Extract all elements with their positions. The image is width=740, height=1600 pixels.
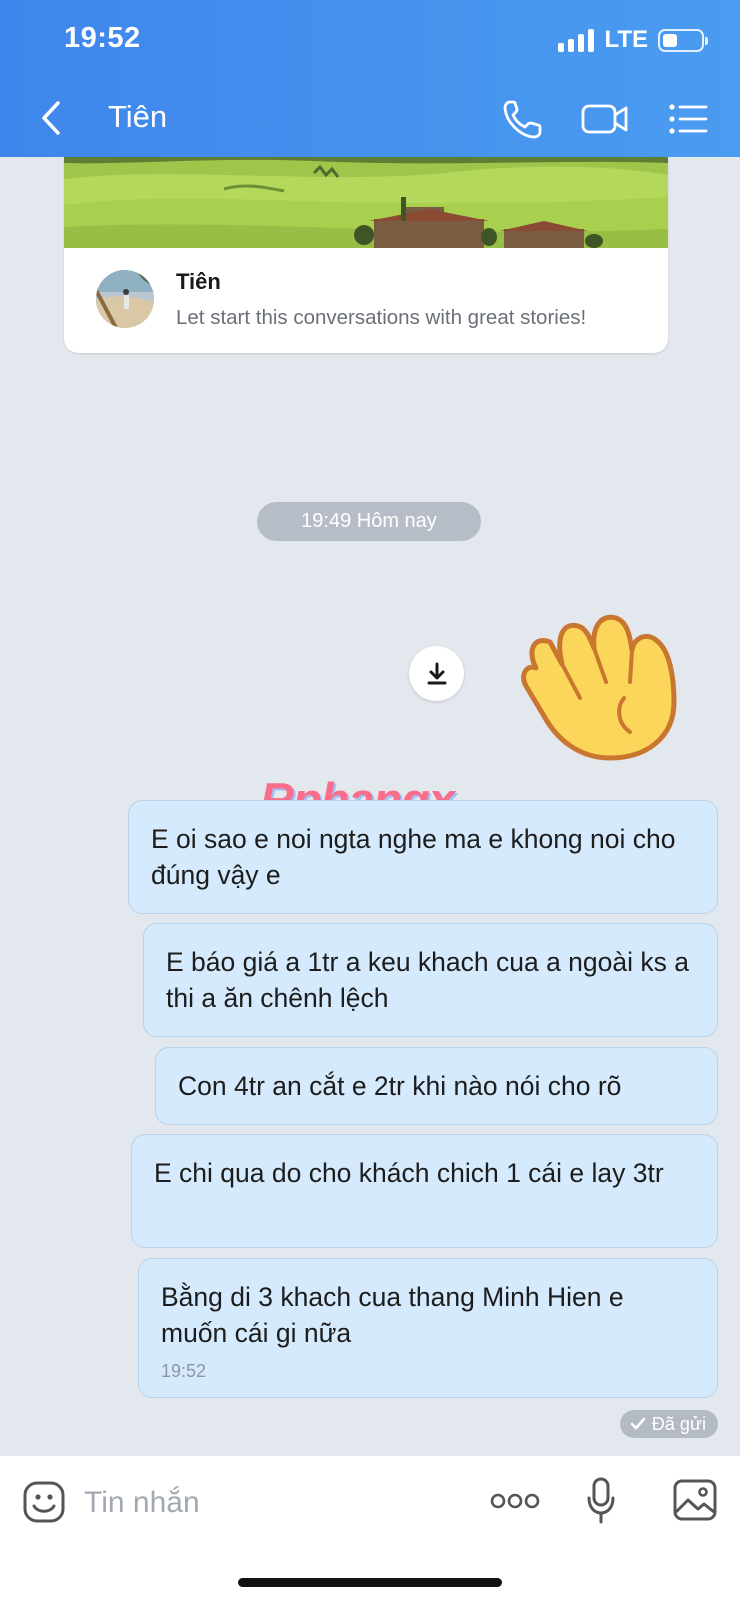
home-indicator	[238, 1578, 502, 1587]
network-label: LTE	[604, 26, 648, 53]
message-bubble[interactable]: Bằng di 3 khach cua thang Minh Hien e mu…	[138, 1258, 718, 1398]
list-menu-icon[interactable]	[666, 96, 712, 142]
status-time: 19:52	[64, 22, 141, 54]
image-gallery-icon[interactable]	[672, 1478, 718, 1522]
message-bubble[interactable]: Con 4tr an cắt e 2tr khi nào nói cho rõ	[155, 1047, 718, 1125]
message-input[interactable]	[84, 1478, 464, 1528]
message-time: 19:52	[161, 1361, 207, 1381]
video-camera-icon[interactable]	[580, 96, 630, 142]
message-text: Con 4tr an cắt e 2tr khi nào nói cho rõ	[178, 1071, 622, 1101]
message-text: E báo giá a 1tr a keu khach cua a ngoài …	[166, 947, 689, 1013]
battery-icon	[658, 28, 708, 52]
status-indicators: LTE	[558, 26, 708, 54]
back-icon[interactable]	[36, 98, 66, 138]
avatar[interactable]	[96, 270, 154, 328]
microphone-icon[interactable]	[586, 1476, 616, 1526]
landscape-cover-image	[64, 157, 668, 248]
download-button[interactable]	[409, 646, 464, 701]
avatar-photo	[96, 270, 154, 328]
story-card[interactable]: Tiên Let start this conversations with g…	[64, 157, 668, 353]
download-icon	[427, 662, 446, 684]
sent-status-text: Đã gửi	[651, 1413, 706, 1434]
chat-header: 19:52 LTE Tiên	[0, 0, 740, 157]
message-bubble[interactable]: E báo giá a 1tr a keu khach cua a ngoài …	[143, 923, 718, 1037]
emoji-face-icon[interactable]	[22, 1480, 66, 1524]
signal-icon	[558, 28, 595, 52]
story-card-description: Let start this conversations with great …	[176, 306, 587, 329]
more-dots-icon[interactable]	[490, 1490, 540, 1512]
message-text: E chi qua do cho khách chich 1 cái e lay…	[154, 1158, 664, 1188]
time-divider: 19:49 Hôm nay	[257, 502, 481, 541]
phone-icon[interactable]	[500, 96, 546, 142]
battery-level	[663, 33, 678, 47]
sent-status-badge: Đã gửi	[619, 1410, 718, 1438]
message-text: E oi sao e noi ngta nghe ma e khong noi …	[151, 824, 676, 890]
waving-hand-sticker[interactable]	[506, 598, 690, 764]
message-text: Bằng di 3 khach cua thang Minh Hien e mu…	[161, 1282, 624, 1348]
contact-name[interactable]: Tiên	[108, 99, 167, 135]
story-card-name: Tiên	[176, 269, 221, 294]
message-bubble[interactable]: E oi sao e noi ngta nghe ma e khong noi …	[128, 800, 718, 914]
checkmark-icon	[630, 1417, 646, 1430]
message-bubble[interactable]: E chi qua do cho khách chich 1 cái e lay…	[131, 1134, 718, 1248]
